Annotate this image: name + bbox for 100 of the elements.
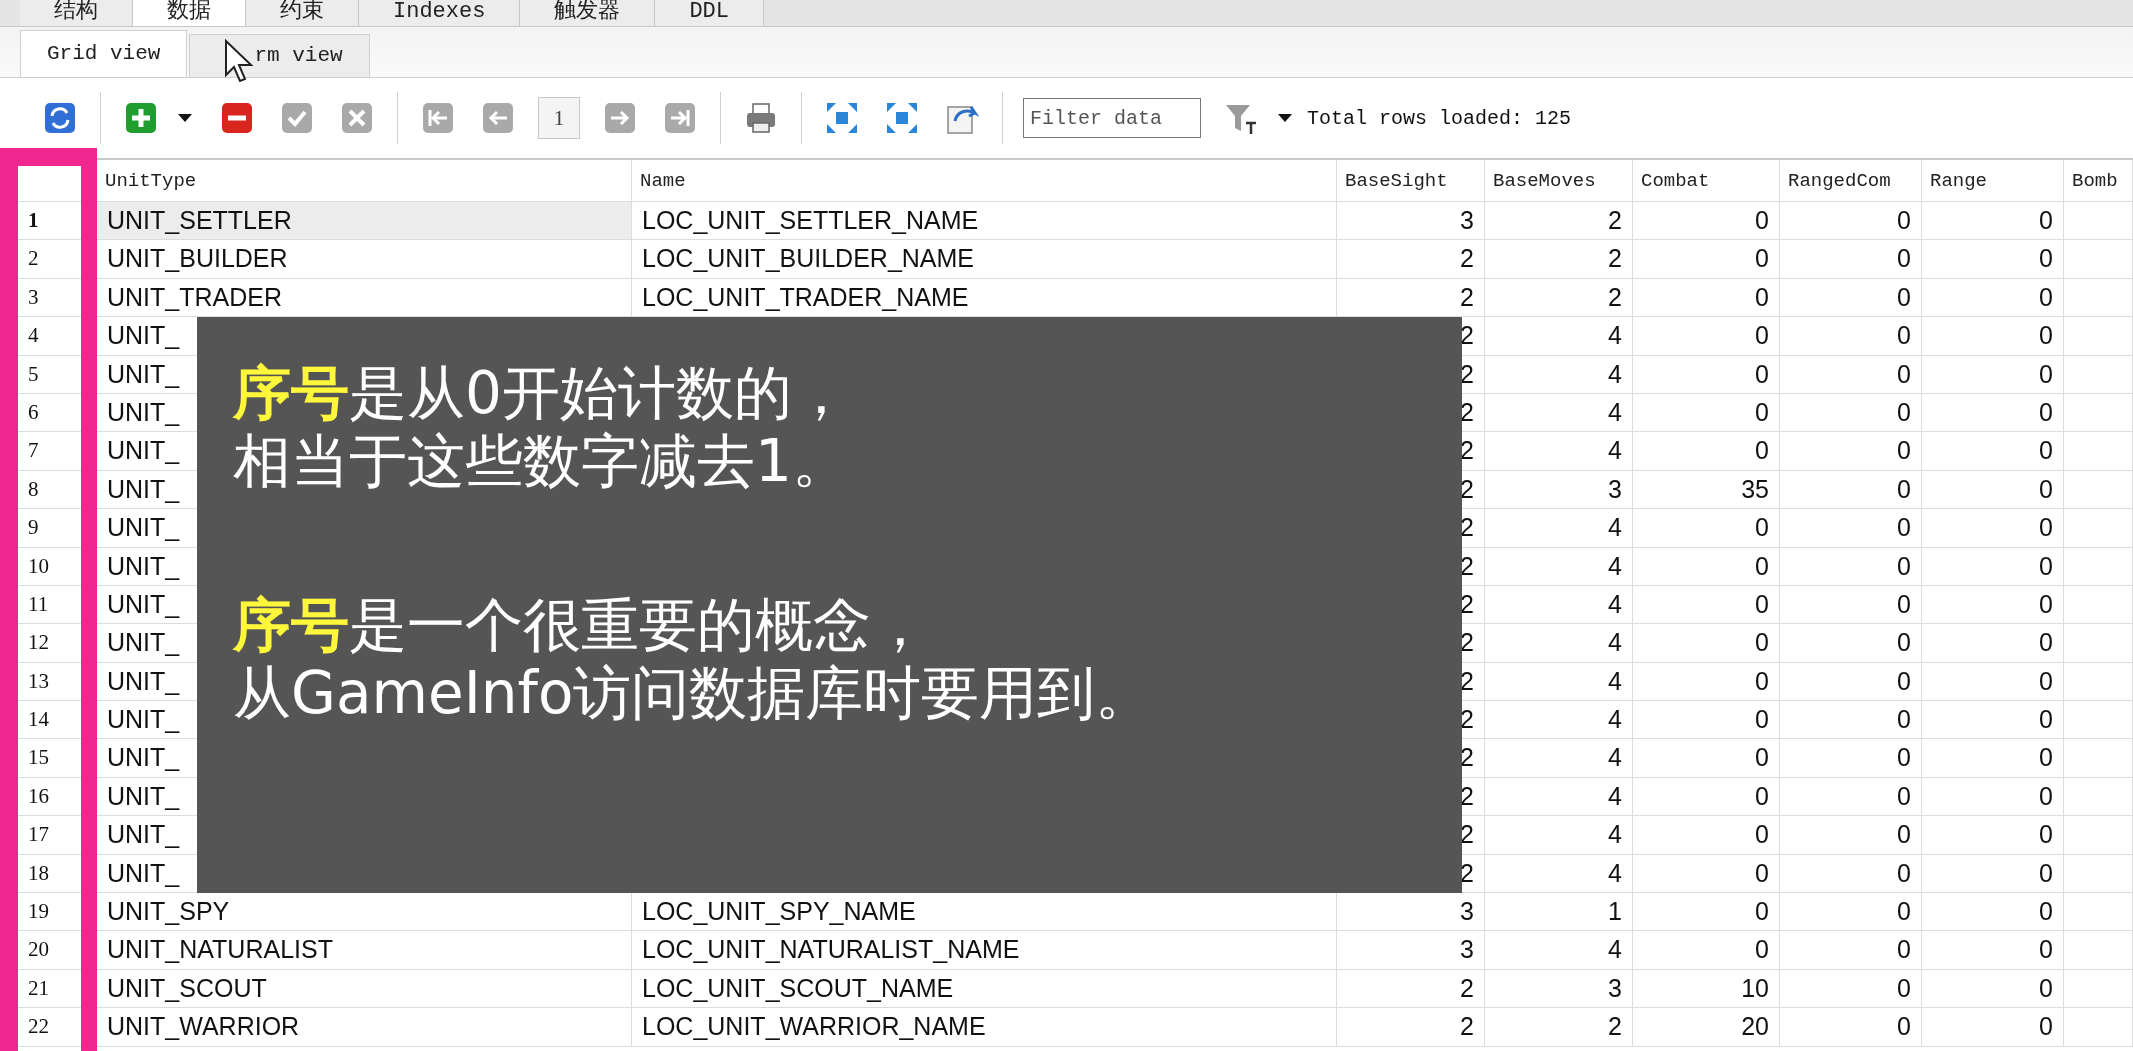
minus-icon	[220, 101, 254, 135]
table-cell: 0	[1633, 662, 1780, 702]
table-cell: 0	[1780, 701, 1922, 740]
table-cell: 0	[1780, 1008, 1922, 1047]
row-number[interactable]: 12	[0, 624, 97, 663]
row-number[interactable]: 16	[0, 777, 97, 817]
table-cell: 2	[1485, 1008, 1633, 1047]
table-cell: 0	[1780, 777, 1922, 817]
tab[interactable]: 触发器	[520, 0, 656, 26]
column-header[interactable]: RangedCom	[1780, 160, 1922, 202]
last-page-icon	[663, 101, 697, 135]
table-cell: 3	[1337, 931, 1485, 970]
table-cell: 0	[1922, 393, 2064, 433]
table-cell: 0	[1780, 816, 1922, 855]
table-cell: LOC_UNIT_BUILDER_NAME	[632, 240, 1337, 279]
table-cell: 4	[1485, 701, 1633, 740]
table-cell	[2064, 393, 2133, 433]
table-cell: 0	[1633, 432, 1780, 471]
table-cell	[2064, 739, 2133, 778]
row-number[interactable]: 13	[0, 662, 97, 702]
row-number[interactable]: 8	[0, 470, 97, 510]
table-cell: 0	[1780, 969, 1922, 1009]
table-cell	[2064, 470, 2133, 510]
table-cell: 0	[1633, 777, 1780, 817]
table-cell: 0	[1633, 854, 1780, 894]
table-cell: 0	[1922, 585, 2064, 625]
table-cell: 0	[1780, 931, 1922, 970]
table-cell: 0	[1633, 202, 1780, 241]
column-header[interactable]: Name	[632, 160, 1337, 202]
table-cell: 4	[1485, 662, 1633, 702]
table-cell: 0	[1922, 969, 2064, 1009]
table-cell: 0	[1780, 585, 1922, 625]
row-number[interactable]: 22	[0, 1008, 97, 1047]
table-cell	[2064, 701, 2133, 740]
rows-loaded-text: Total rows loaded: 125	[1307, 106, 1572, 130]
table-cell: 4	[1485, 624, 1633, 663]
row-number[interactable]: 6	[0, 393, 97, 433]
row-number[interactable]: 17	[0, 816, 97, 855]
table-cell: 0	[1780, 240, 1922, 279]
row-number[interactable]: 14	[0, 701, 97, 740]
table-cell: 0	[1922, 317, 2064, 356]
row-number[interactable]: 15	[0, 739, 97, 778]
first-page-icon	[421, 101, 455, 135]
printer-icon	[744, 101, 778, 135]
column-header[interactable]: BaseMoves	[1485, 160, 1633, 202]
table-cell	[2064, 278, 2133, 318]
table-cell: 0	[1633, 547, 1780, 586]
table-cell: 0	[1780, 509, 1922, 548]
tab[interactable]: 数据	[133, 0, 246, 26]
tab[interactable]: DDL	[655, 0, 765, 26]
row-number[interactable]: 10	[0, 547, 97, 586]
table-cell: 0	[1922, 202, 2064, 241]
table-cell	[2064, 432, 2133, 471]
table-cell: 0	[1780, 393, 1922, 433]
table-cell: UNIT_SCOUT	[97, 969, 632, 1009]
table-cell: 0	[1922, 662, 2064, 702]
column-header[interactable]: Combat	[1633, 160, 1780, 202]
row-number[interactable]: 11	[0, 585, 97, 625]
tab[interactable]: Indexes	[359, 0, 521, 26]
row-number[interactable]: 19	[0, 893, 97, 932]
page-number-field[interactable]: 1	[538, 97, 580, 139]
table-cell: 2	[1485, 202, 1633, 241]
row-number[interactable]: 21	[0, 969, 97, 1009]
column-header[interactable]: Bomb	[2064, 160, 2133, 202]
row-number[interactable]: 20	[0, 931, 97, 970]
row-number[interactable]: 7	[0, 432, 97, 471]
table-cell: 0	[1633, 816, 1780, 855]
table-cell: LOC_UNIT_SETTLER_NAME	[632, 202, 1337, 241]
table-cell: 0	[1633, 278, 1780, 318]
table-cell: 4	[1485, 547, 1633, 586]
table-cell: 4	[1485, 816, 1633, 855]
view-tab[interactable]: Grid view	[20, 30, 188, 77]
column-header[interactable]: Range	[1922, 160, 2064, 202]
row-number[interactable]: 4	[0, 317, 97, 356]
table-cell: 0	[1922, 777, 2064, 817]
table-cell: 20	[1633, 1008, 1780, 1047]
table-cell: 10	[1633, 969, 1780, 1009]
table-cell: 0	[1780, 470, 1922, 510]
row-number[interactable]: 18	[0, 854, 97, 894]
column-header[interactable]: BaseSight	[1337, 160, 1485, 202]
row-number[interactable]: 2	[0, 240, 97, 279]
view-tab[interactable]: rm view	[189, 34, 370, 77]
table-cell: 4	[1485, 509, 1633, 548]
table-cell: 0	[1633, 509, 1780, 548]
table-cell: 0	[1633, 624, 1780, 663]
table-cell: 4	[1485, 777, 1633, 817]
row-number[interactable]: 9	[0, 509, 97, 548]
filter-field[interactable]: Filter data	[1023, 98, 1201, 138]
table-cell: 2	[1337, 969, 1485, 1009]
table-cell: 0	[1922, 240, 2064, 279]
table-cell: 0	[1633, 931, 1780, 970]
table-cell: 4	[1485, 355, 1633, 394]
row-number[interactable]: 5	[0, 355, 97, 394]
table-cell: 0	[1780, 547, 1922, 586]
table-cell: 0	[1922, 355, 2064, 394]
table-cell	[2064, 547, 2133, 586]
table-cell	[2064, 585, 2133, 625]
table-cell: 4	[1485, 317, 1633, 356]
row-number[interactable]: 3	[0, 278, 97, 318]
table-cell	[2064, 1008, 2133, 1047]
